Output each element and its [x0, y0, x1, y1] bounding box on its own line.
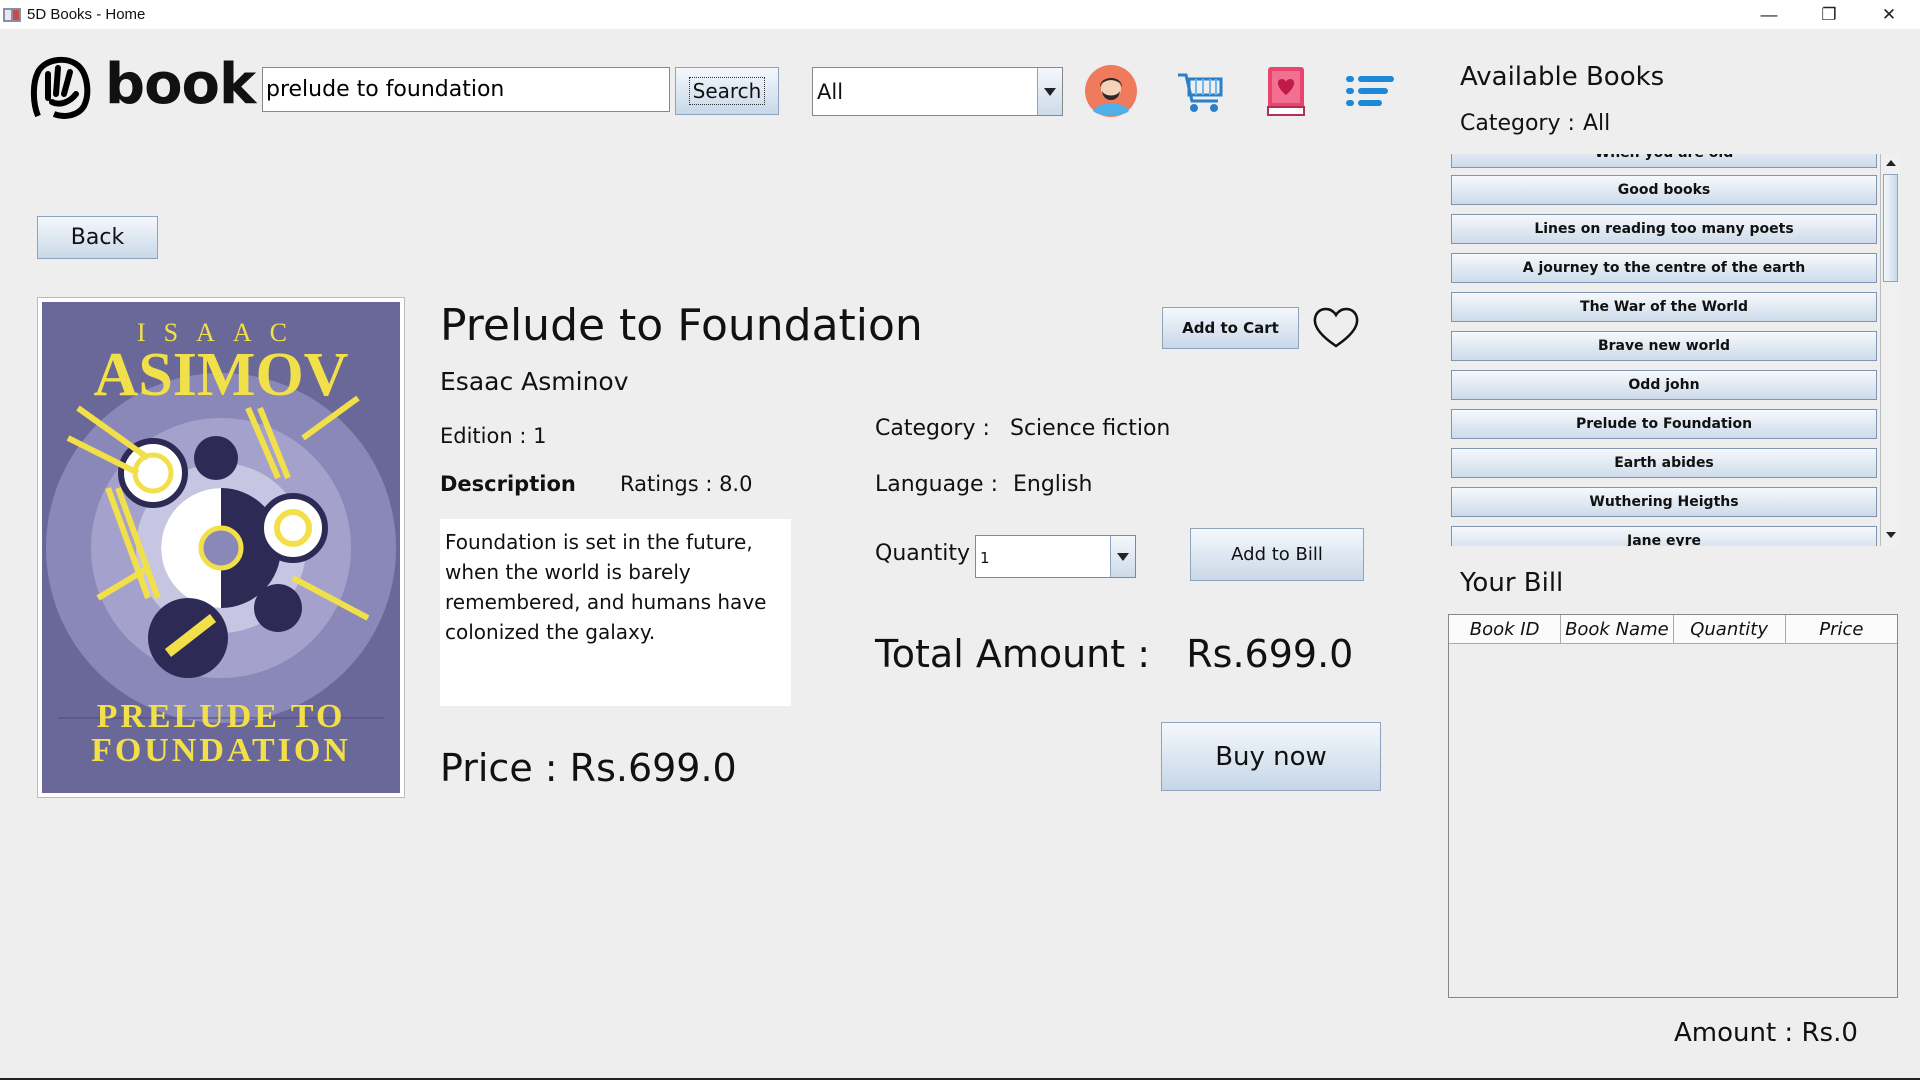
add-to-cart-button[interactable]: Add to Cart: [1162, 307, 1299, 349]
bill-table[interactable]: Book ID Book Name Quantity Price: [1448, 614, 1898, 998]
title-bar: 5D Books - Home — ❐ ✕: [0, 0, 1920, 29]
book-cover-image: ISAAC ASIMOV PRELUDE TO FOUNDATION: [37, 297, 405, 798]
book-edition: Edition : 1: [440, 424, 547, 448]
category-select[interactable]: All: [812, 67, 1063, 116]
total-amount: Total Amount : Rs.699.0: [875, 632, 1354, 676]
search-button[interactable]: Search: [675, 67, 779, 115]
book-author: Esaac Asminov: [440, 367, 629, 396]
available-books-list[interactable]: When you are old Good books Lines on rea…: [1449, 154, 1899, 546]
window-title: 5D Books - Home: [27, 6, 146, 23]
book-list-item[interactable]: Prelude to Foundation: [1451, 409, 1877, 439]
book-list-item[interactable]: Wuthering Heigths: [1451, 487, 1877, 517]
book-ratings: Ratings : 8.0: [620, 472, 753, 496]
cover-title-line2: FOUNDATION: [91, 732, 351, 769]
book-list-item[interactable]: Brave new world: [1451, 331, 1877, 361]
restore-icon: ❐: [1821, 4, 1837, 24]
logo-text: book: [105, 52, 256, 117]
bill-col-quantity[interactable]: Quantity: [1674, 615, 1786, 643]
app-icon: [3, 8, 21, 22]
bill-col-price[interactable]: Price: [1786, 615, 1897, 643]
language-label: Language :: [875, 472, 998, 497]
scroll-down-icon[interactable]: [1883, 528, 1898, 542]
profile-avatar-icon[interactable]: [1083, 63, 1139, 119]
language-value: English: [1013, 472, 1093, 497]
minimize-button[interactable]: —: [1740, 0, 1798, 29]
book-list-item[interactable]: The War of the World: [1451, 292, 1877, 322]
bill-col-book-id[interactable]: Book ID: [1449, 615, 1562, 643]
quantity-select[interactable]: 1: [975, 535, 1136, 578]
book-list-item[interactable]: Earth abides: [1451, 448, 1877, 478]
back-button[interactable]: Back: [37, 216, 158, 259]
menu-list-icon[interactable]: [1342, 63, 1398, 119]
close-button[interactable]: ✕: [1860, 0, 1918, 29]
bill-amount: Amount : Rs.0: [1674, 1018, 1858, 1048]
buy-now-button[interactable]: Buy now: [1161, 722, 1381, 791]
category-select-value: All: [817, 80, 844, 104]
maximize-button[interactable]: ❐: [1800, 0, 1858, 29]
quantity-value: 1: [980, 549, 990, 567]
search-button-label: Search: [688, 77, 766, 105]
app-logo: book: [30, 52, 256, 120]
cover-title-line1: PRELUDE TO: [96, 698, 346, 735]
scroll-up-icon[interactable]: [1883, 156, 1898, 170]
description-text: Foundation is set in the future, when th…: [440, 519, 791, 706]
chevron-down-icon[interactable]: [1037, 68, 1062, 115]
shopping-cart-icon[interactable]: [1172, 63, 1228, 119]
search-input[interactable]: [262, 67, 670, 112]
minimize-icon: —: [1760, 4, 1778, 24]
category-value: Science fiction: [1010, 416, 1171, 441]
heart-icon[interactable]: [1310, 304, 1362, 350]
book-list-item[interactable]: When you are old: [1451, 154, 1877, 168]
add-to-bill-button[interactable]: Add to Bill: [1190, 528, 1364, 581]
book-list-item[interactable]: Lines on reading too many poets: [1451, 214, 1877, 244]
description-label: Description: [440, 472, 576, 496]
book-title: Prelude to Foundation: [440, 300, 923, 351]
book-list-item[interactable]: Jane eyre: [1451, 526, 1877, 546]
cover-author-last: ASIMOV: [93, 341, 349, 409]
bill-col-book-name[interactable]: Book Name: [1561, 615, 1674, 643]
category-label: Category :: [875, 416, 990, 441]
bill-table-header: Book ID Book Name Quantity Price: [1449, 615, 1897, 644]
book-list-item[interactable]: Good books: [1451, 175, 1877, 205]
close-icon: ✕: [1881, 4, 1897, 24]
quantity-label: Quantity: [875, 541, 971, 566]
wishlist-book-icon[interactable]: [1258, 63, 1314, 119]
available-category-value: All: [1583, 111, 1611, 136]
available-category-label: Category :: [1460, 111, 1575, 136]
book-list-item[interactable]: A journey to the centre of the earth: [1451, 253, 1877, 283]
book-list-scrollbar[interactable]: [1880, 154, 1899, 546]
available-books-title: Available Books: [1460, 62, 1665, 92]
scroll-thumb[interactable]: [1883, 174, 1898, 282]
book-list-item[interactable]: Odd john: [1451, 370, 1877, 400]
book-price: Price : Rs.699.0: [440, 746, 737, 790]
chevron-down-icon[interactable]: [1110, 536, 1135, 577]
bill-title: Your Bill: [1460, 568, 1564, 598]
